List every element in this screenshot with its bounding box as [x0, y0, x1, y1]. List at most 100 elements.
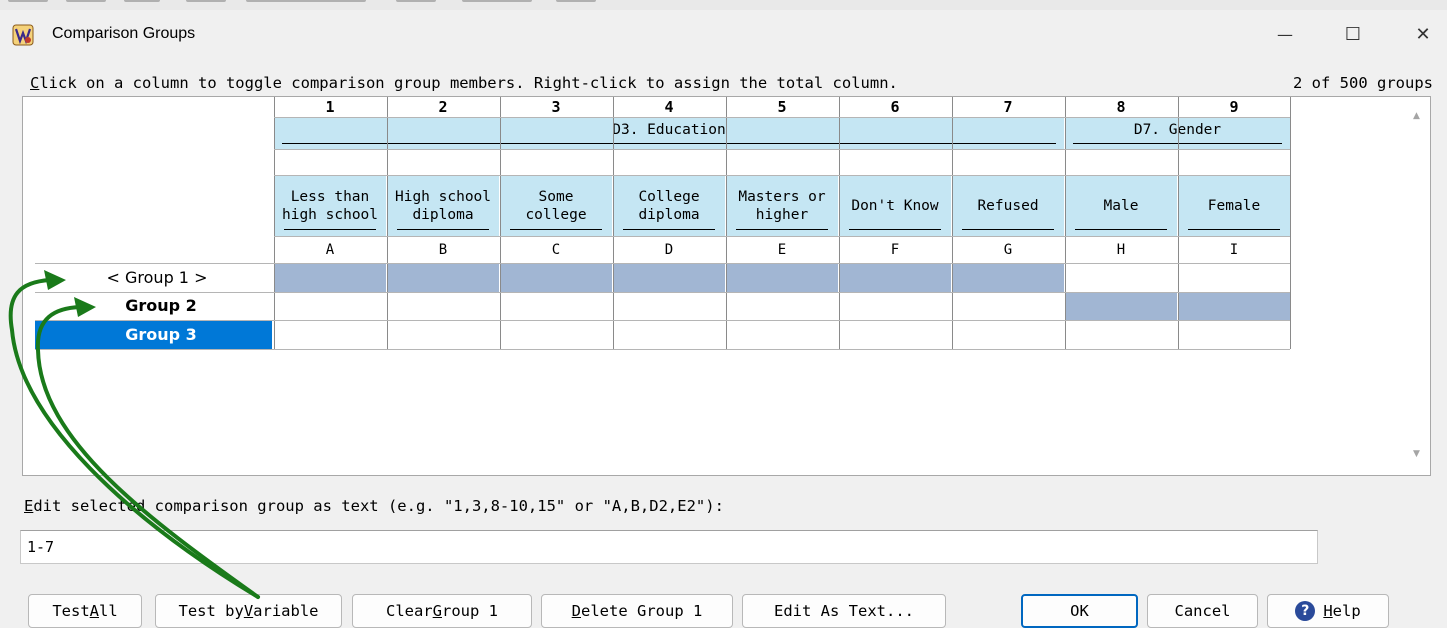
column-letter[interactable]: H [1065, 236, 1177, 263]
group-cell[interactable] [501, 321, 612, 349]
column-number[interactable]: 4 [613, 97, 725, 117]
column-letter[interactable]: I [1178, 236, 1290, 263]
column-label-line: Masters or [738, 188, 826, 205]
group-cell[interactable] [1179, 321, 1290, 349]
group-cell[interactable] [1066, 321, 1177, 349]
help-button[interactable]: ? Help [1267, 594, 1389, 628]
column-number[interactable]: 8 [1065, 97, 1177, 117]
banner-header[interactable]: D3. Education [274, 117, 1064, 149]
group-cell[interactable] [388, 293, 499, 321]
group-label[interactable]: Group 3 [23, 320, 263, 349]
column-label[interactable]: Male [1065, 175, 1177, 236]
test-by-variable-button[interactable]: Test by Variable [155, 594, 342, 628]
group-cell[interactable] [614, 293, 725, 321]
group-cell[interactable] [614, 264, 725, 292]
edit-as-text-button[interactable]: Edit As Text... [742, 594, 946, 628]
column-letter[interactable]: F [839, 236, 951, 263]
column-letter[interactable]: D [613, 236, 725, 263]
column-number[interactable]: 9 [1178, 97, 1290, 117]
group-cell[interactable] [501, 293, 612, 321]
group-cell[interactable] [1179, 264, 1290, 292]
test-all-button[interactable]: Test All [28, 594, 142, 628]
background-menu-strip [0, 0, 1447, 10]
column-label-underline [397, 229, 489, 230]
grid-vline [387, 97, 388, 349]
group-cell[interactable] [1066, 292, 1177, 320]
column-label-underline [623, 229, 715, 230]
column-number[interactable]: 5 [726, 97, 838, 117]
column-letter[interactable]: G [952, 236, 1064, 263]
maximize-icon: ☐ [1344, 23, 1362, 45]
column-label[interactable]: Less than high school [274, 175, 386, 236]
column-label-line: Male [1103, 197, 1139, 214]
clear-group-button[interactable]: Clear Group 1 [352, 594, 532, 628]
column-label[interactable]: High school diploma [387, 175, 499, 236]
grid-vline [1178, 97, 1179, 349]
group-cell[interactable] [727, 293, 838, 321]
column-label-underline [736, 229, 828, 230]
group-cell[interactable] [501, 264, 612, 292]
column-label-underline [1188, 229, 1280, 230]
column-label-underline [1075, 229, 1167, 230]
group-cell[interactable] [840, 321, 951, 349]
column-label[interactable]: Female [1178, 175, 1290, 236]
column-label[interactable]: Refused [952, 175, 1064, 236]
group-cell[interactable] [1066, 264, 1177, 292]
group-cell[interactable] [275, 321, 386, 349]
grid-hline [274, 236, 1290, 237]
ok-button[interactable]: OK [1021, 594, 1138, 628]
vertical-scrollbar[interactable]: ▲ ▼ [1406, 97, 1430, 475]
grid-vline [1290, 97, 1291, 349]
column-number[interactable]: 3 [500, 97, 612, 117]
grid-hline [274, 149, 1290, 150]
delete-group-button[interactable]: Delete Group 1 [541, 594, 733, 628]
grid-hline [35, 263, 1290, 264]
group-label[interactable]: < Group 1 > [23, 263, 263, 292]
column-letter[interactable]: E [726, 236, 838, 263]
group-label[interactable]: Group 2 [23, 292, 263, 321]
group-text-input[interactable] [20, 530, 1318, 564]
grid-vline [613, 97, 614, 349]
banner-underline [282, 143, 1056, 144]
cancel-button[interactable]: Cancel [1147, 594, 1258, 628]
column-label-underline [284, 229, 376, 230]
column-number[interactable]: 7 [952, 97, 1064, 117]
group-cell[interactable] [727, 264, 838, 292]
column-label[interactable]: Some college [500, 175, 612, 236]
column-label-line: Female [1207, 197, 1261, 214]
group-cell[interactable] [953, 293, 1064, 321]
column-number[interactable]: 1 [274, 97, 386, 117]
group-cell[interactable] [388, 321, 499, 349]
group-cell[interactable] [388, 264, 499, 292]
column-label[interactable]: Don't Know [839, 175, 951, 236]
group-cell[interactable] [953, 321, 1064, 349]
column-number[interactable]: 2 [387, 97, 499, 117]
window-title: Comparison Groups [52, 25, 196, 42]
group-cell[interactable] [1179, 292, 1290, 320]
group-cell[interactable] [840, 293, 951, 321]
scroll-down-icon[interactable]: ▼ [1413, 449, 1420, 459]
group-cell[interactable] [275, 293, 386, 321]
maximize-button[interactable]: ☐ [1330, 16, 1376, 52]
column-label-line: Less than [290, 188, 370, 205]
column-label[interactable]: College diploma [613, 175, 725, 236]
column-label-text: Some college [525, 188, 586, 224]
minimize-button[interactable]: — [1262, 16, 1308, 52]
column-label-line: College [638, 188, 700, 205]
group-cell[interactable] [953, 264, 1064, 292]
group-cell[interactable] [275, 264, 386, 292]
scroll-up-icon[interactable]: ▲ [1413, 111, 1420, 121]
comparison-grid[interactable]: ▲ ▼ 1 2 3 4 5 6 7 8 9 D3. Education D7. Gender Less… [22, 96, 1431, 476]
group-cell[interactable] [840, 264, 951, 292]
column-letter[interactable]: A [274, 236, 386, 263]
column-letter[interactable]: B [387, 236, 499, 263]
column-letter[interactable]: C [500, 236, 612, 263]
group-cell[interactable] [614, 321, 725, 349]
column-number[interactable]: 6 [839, 97, 951, 117]
group-cell[interactable] [727, 321, 838, 349]
column-label-line: diploma [638, 206, 700, 223]
close-button[interactable]: ✕ [1400, 16, 1446, 52]
column-label[interactable]: Masters or higher [726, 175, 838, 236]
column-label-line: diploma [412, 206, 474, 223]
grid-vline [726, 97, 727, 349]
